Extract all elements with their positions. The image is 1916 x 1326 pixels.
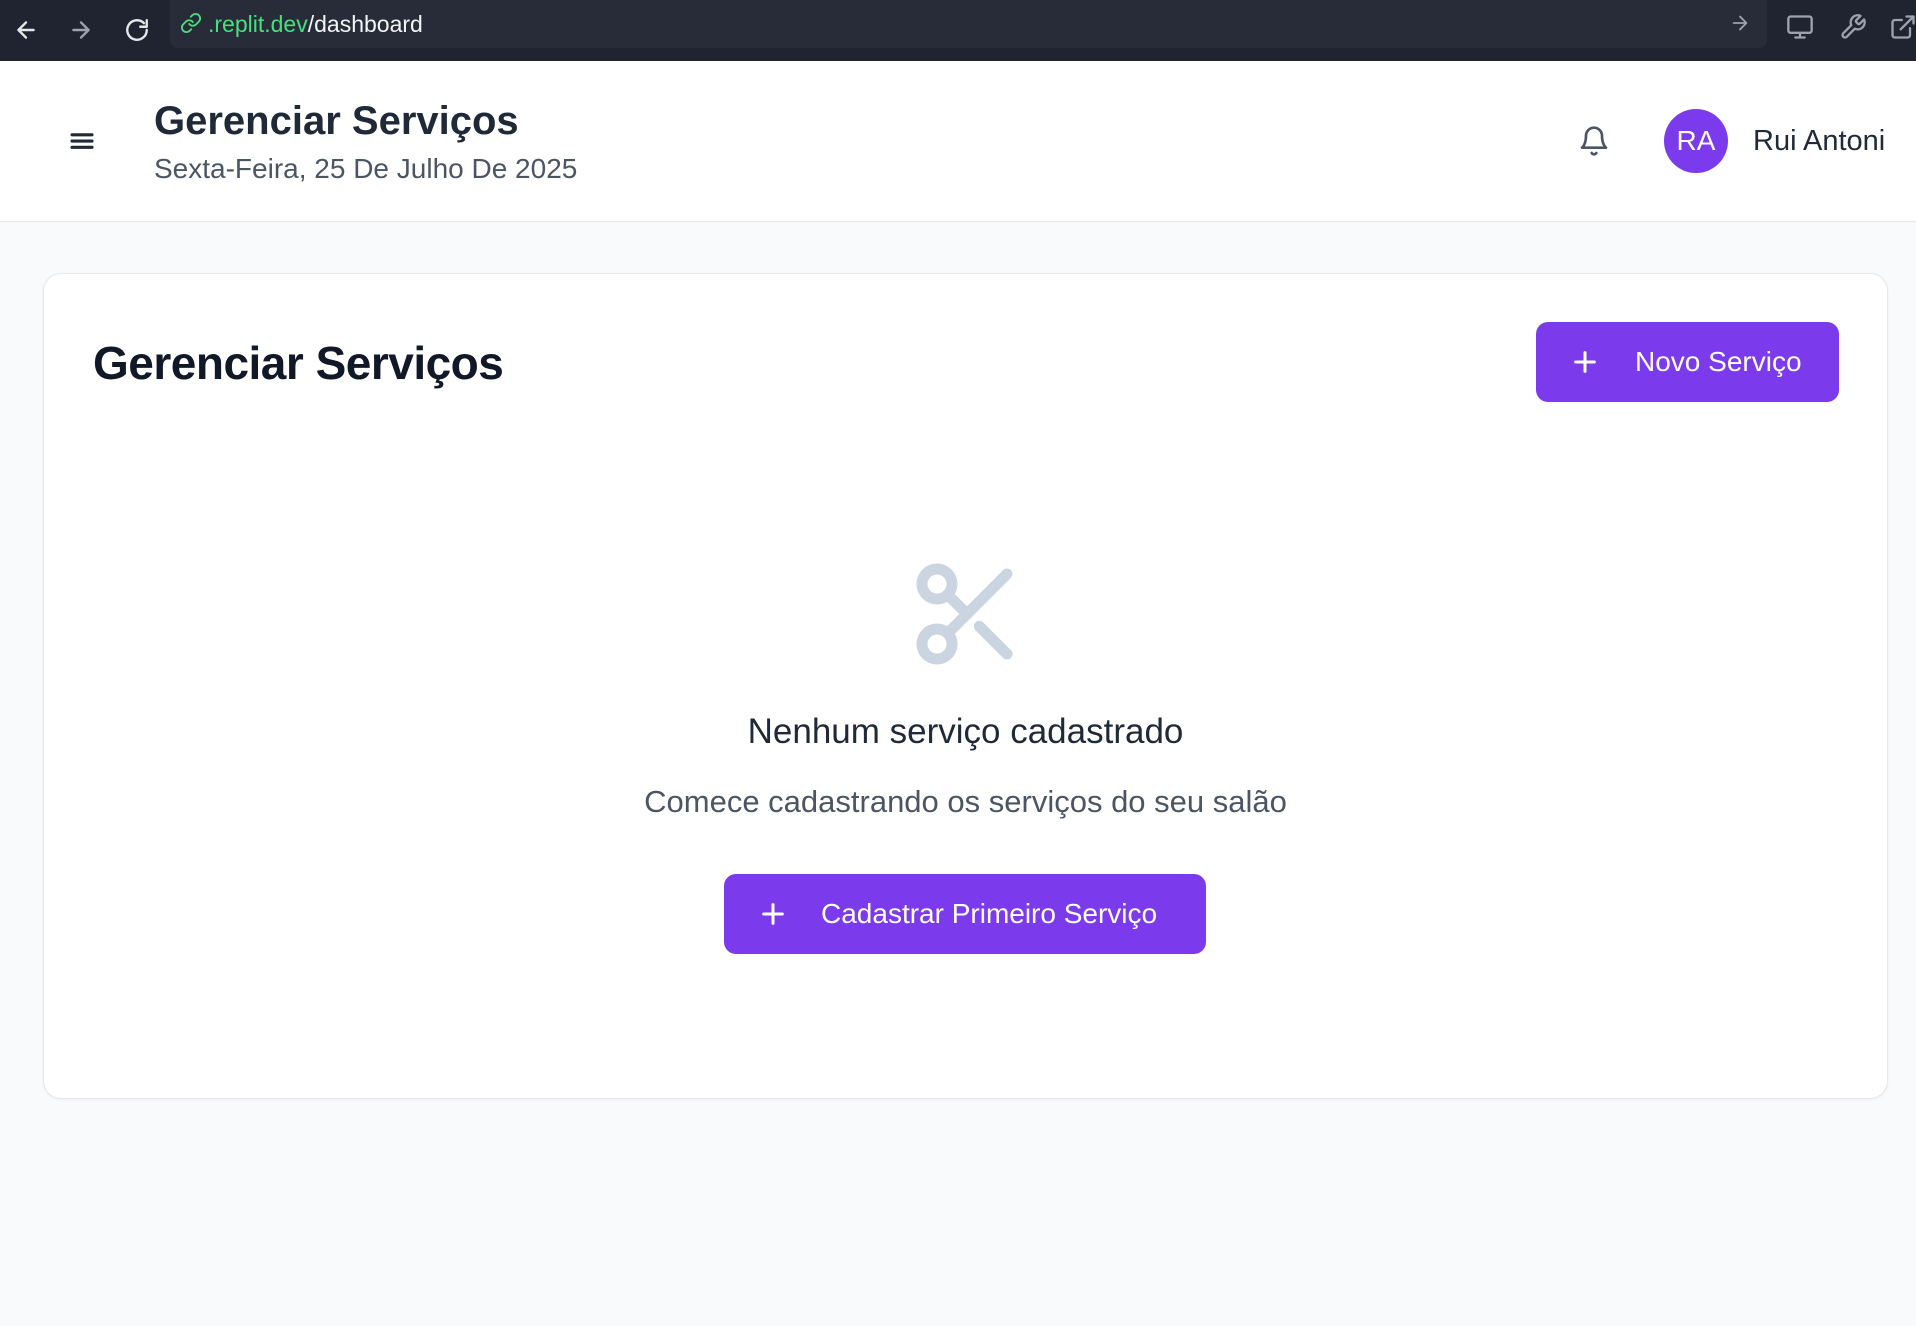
arrow-left-icon (17, 21, 35, 39)
forward-button[interactable] (59, 8, 103, 52)
hamburger-icon (70, 133, 94, 149)
back-button[interactable] (4, 8, 48, 52)
url-domain: .replit.dev (208, 10, 308, 37)
register-first-service-label: Cadastrar Primeiro Serviço (821, 898, 1158, 929)
new-service-label: Novo Serviço (1635, 346, 1802, 377)
reload-icon (126, 19, 148, 41)
devices-button[interactable] (1783, 10, 1817, 44)
section-title: Gerenciar Serviços (93, 337, 504, 389)
browser-toolbar: .replit.dev /dashboard (0, 0, 1916, 61)
bell-icon (1580, 126, 1608, 156)
empty-state-subtitle: Comece cadastrando os serviços do seu sa… (644, 784, 1287, 819)
url-path: /dashboard (307, 10, 423, 37)
arrow-right-icon (72, 21, 90, 39)
empty-state-title: Nenhum serviço cadastrado (747, 712, 1184, 751)
plus-icon (759, 900, 787, 928)
register-first-service-button[interactable]: Cadastrar Primeiro Serviço (724, 874, 1206, 954)
monitor-icon (1787, 15, 1813, 39)
notifications-button[interactable] (1572, 119, 1616, 163)
plus-icon (1571, 348, 1599, 376)
page-title: Gerenciar Serviços (154, 99, 519, 143)
open-external-button[interactable] (1886, 10, 1916, 44)
reload-button[interactable] (115, 8, 159, 52)
wrench-icon (1841, 14, 1866, 39)
new-service-button[interactable]: Novo Serviço (1536, 322, 1839, 402)
current-date: Sexta-Feira, 25 De Julho De 2025 (154, 153, 578, 184)
link-icon (180, 12, 204, 36)
services-card: Gerenciar Serviços Novo Serviço Nenhum s… (43, 273, 1888, 1099)
go-arrow-icon[interactable] (1729, 12, 1753, 36)
devtools-button[interactable] (1836, 10, 1870, 44)
scissors-icon (907, 554, 1027, 674)
external-link-icon (1891, 15, 1915, 39)
avatar[interactable]: RA (1664, 109, 1728, 173)
app-header: Gerenciar Serviços Sexta-Feira, 25 De Ju… (0, 61, 1916, 222)
menu-button[interactable] (62, 121, 102, 161)
address-bar[interactable]: .replit.dev /dashboard (170, 0, 1767, 48)
user-name[interactable]: Rui Antoni (1753, 125, 1885, 158)
